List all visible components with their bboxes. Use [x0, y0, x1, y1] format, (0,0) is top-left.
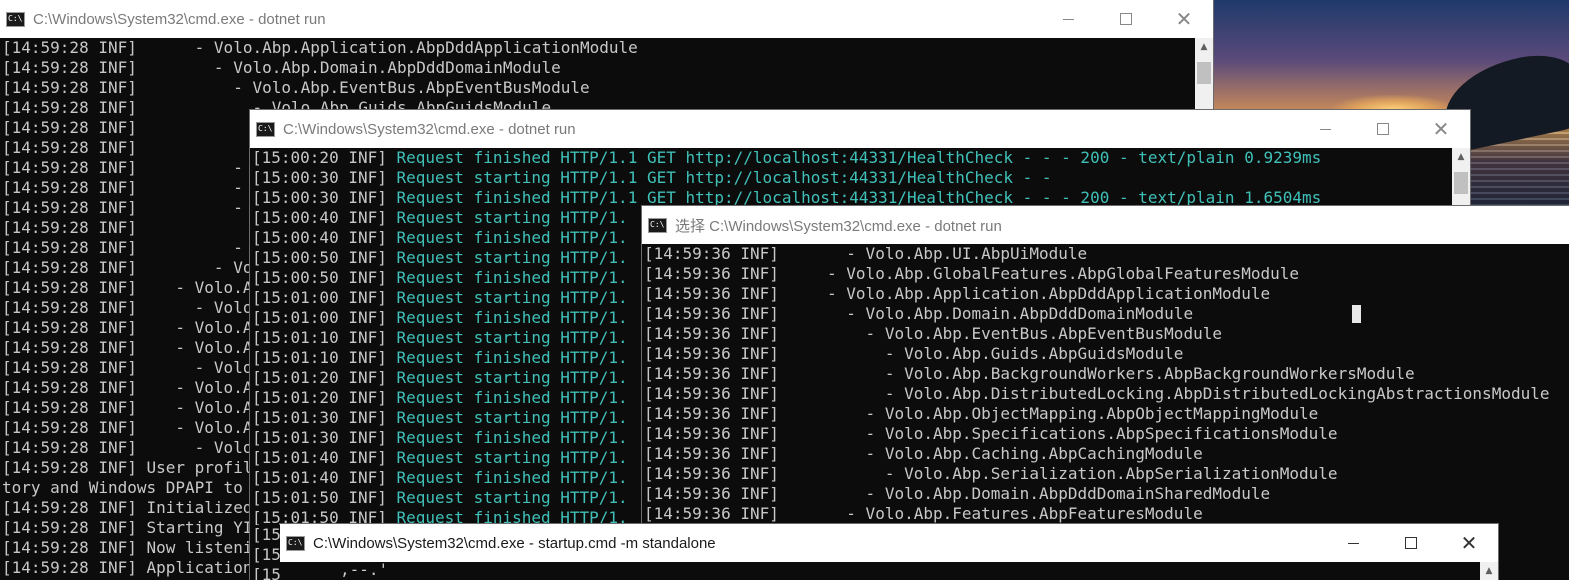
window-2-titlebar[interactable]: C:\Windows\System32\cmd.exe - dotnet run… [250, 110, 1470, 148]
close-button[interactable]: ✕ [1155, 0, 1213, 38]
log-timestamp: [15:01:00 INF] [252, 308, 397, 327]
window-2-title: C:\Windows\System32\cmd.exe - dotnet run [283, 120, 576, 138]
minimize-button[interactable] [1296, 110, 1354, 148]
console-line: [15 [252, 545, 280, 564]
console-line: [14:59:28 INF] - Volo.Abp.Domain.AbpDddD… [2, 58, 561, 77]
console-line: [14:59:36 INF] - Volo.Abp.GlobalFeatures… [644, 264, 1300, 283]
log-message: Request finished HTTP/1.1 GET http://loc… [396, 148, 1322, 167]
cmd-app-icon [648, 217, 667, 233]
log-timestamp: [15:01:10 INF] [252, 328, 397, 347]
window-4-scrollbar[interactable]: ▲ [1480, 562, 1498, 580]
console-line: [14:59:36 INF] - Volo.Abp.Domain.AbpDddD… [644, 304, 1194, 323]
log-message: Request finished HTTP/1. [396, 228, 628, 247]
log-timestamp: [15:00:30 INF] [252, 188, 397, 207]
minimize-button[interactable] [1039, 0, 1097, 38]
log-message: Request finished HTTP/1. [396, 468, 628, 487]
console-line: [14:59:36 INF] - Volo.Abp.Caching.AbpCac… [644, 444, 1203, 463]
console-line: [14:59:36 INF] - Volo.Abp.Features.AbpFe… [644, 504, 1203, 523]
window-1-title: C:\Windows\System32\cmd.exe - dotnet run [33, 10, 326, 28]
console-line: [14:59:28 INF] - Volo.Abp.EventBus.AbpEv… [2, 78, 590, 97]
log-message: Request starting HTTP/1. [396, 248, 628, 267]
cmd-app-icon [256, 121, 275, 137]
console-line: [15:00:20 INF] Request finished HTTP/1.1… [252, 148, 1452, 168]
console-line: [14:59:36 INF] - Volo.Abp.Guids.AbpGuids… [644, 344, 1184, 363]
console-line: [14:59:36 INF] - Volo.Abp.BackgroundWork… [644, 364, 1415, 383]
close-button[interactable]: ✕ [1412, 110, 1470, 148]
console-line: [15:00:30 INF] Request finished HTTP/1.1… [252, 188, 1452, 208]
console-line: [14:59:36 INF] - Volo.Abp.ObjectMapping.… [644, 404, 1319, 423]
log-timestamp: [15:01:20 INF] [252, 388, 397, 407]
log-message: Request starting HTTP/1.1 GET http://loc… [396, 168, 1052, 187]
window-4-titlebar[interactable]: C:\Windows\System32\cmd.exe - startup.cm… [280, 524, 1498, 562]
console-line: [14:59:36 INF] - Volo.Abp.Serialization.… [644, 464, 1338, 483]
log-message: Request starting HTTP/1. [396, 208, 628, 227]
log-message: Request starting HTTP/1. [396, 328, 628, 347]
minimize-button[interactable] [1324, 524, 1382, 562]
console-line: [14:59:36 INF] - Volo.Abp.Specifications… [644, 424, 1338, 443]
log-timestamp: [15:00:50 INF] [252, 248, 397, 267]
console-line: [14:59:36 INF] - Volo.Abp.Application.Ab… [644, 284, 1271, 303]
window-1-titlebar[interactable]: C:\Windows\System32\cmd.exe - dotnet run… [0, 0, 1213, 38]
console-line: [14:59:36 INF] - Volo.Abp.Domain.AbpDddD… [644, 484, 1271, 503]
log-message: Request finished HTTP/1. [396, 348, 628, 367]
log-timestamp: [15:01:40 INF] [252, 448, 397, 467]
log-timestamp: [15:00:20 INF] [252, 148, 397, 167]
log-timestamp: [15:01:40 INF] [252, 468, 397, 487]
maximize-button[interactable] [1097, 0, 1155, 38]
scroll-up-arrow-icon[interactable]: ▲ [1452, 148, 1470, 166]
console-window-4[interactable]: C:\Windows\System32\cmd.exe - startup.cm… [280, 524, 1498, 580]
scroll-up-arrow-icon[interactable]: ▲ [1480, 562, 1498, 580]
scroll-thumb[interactable] [1454, 172, 1468, 194]
log-timestamp: [15:01:50 INF] [252, 488, 397, 507]
log-message: Request starting HTTP/1. [396, 488, 628, 507]
log-timestamp: [15:01:30 INF] [252, 428, 397, 447]
window-2-tail-glyph: ,--.' [340, 560, 389, 579]
log-timestamp: [15:00:50 INF] [252, 268, 397, 287]
console-line: [15:00:30 INF] Request starting HTTP/1.1… [252, 168, 1452, 188]
scroll-up-arrow-icon[interactable]: ▲ [1195, 38, 1213, 56]
log-message: Request starting HTTP/1. [396, 408, 628, 427]
console-line: [14:59:36 INF] - Volo.Abp.EventBus.AbpEv… [644, 324, 1222, 343]
log-timestamp: [15:00:40 INF] [252, 208, 397, 227]
log-message: Request starting HTTP/1. [396, 368, 628, 387]
log-message: Request finished HTTP/1. [396, 388, 628, 407]
log-timestamp: [15:01:30 INF] [252, 408, 397, 427]
close-button[interactable]: ✕ [1440, 524, 1498, 562]
log-message: Request starting HTTP/1. [396, 448, 628, 467]
console-line: [14:59:36 INF] - Volo.Abp.DistributedLoc… [644, 384, 1550, 403]
cmd-app-icon [286, 535, 305, 551]
log-timestamp: [15:00:40 INF] [252, 228, 397, 247]
scroll-thumb[interactable] [1197, 62, 1211, 84]
cmd-app-icon [6, 11, 25, 27]
log-message: Request finished HTTP/1. [396, 428, 628, 447]
maximize-button[interactable] [1382, 524, 1440, 562]
log-message: Request finished HTTP/1.1 GET http://loc… [396, 188, 1322, 207]
maximize-button[interactable] [1354, 110, 1412, 148]
log-message: Request starting HTTP/1. [396, 288, 628, 307]
log-timestamp: [15:00:30 INF] [252, 168, 397, 187]
window-3-title: 选择 C:\Windows\System32\cmd.exe - dotnet … [675, 217, 1002, 235]
window-4-title: C:\Windows\System32\cmd.exe - startup.cm… [313, 534, 716, 552]
log-timestamp: [15:01:00 INF] [252, 288, 397, 307]
log-timestamp: [15:01:20 INF] [252, 368, 397, 387]
console-line: [15 [252, 565, 280, 580]
window-3-titlebar[interactable]: 选择 C:\Windows\System32\cmd.exe - dotnet … [642, 206, 1569, 244]
console-cursor [1352, 305, 1361, 323]
console-line: [15 [252, 525, 280, 544]
log-message: Request finished HTTP/1. [396, 268, 628, 287]
console-line: [14:59:28 INF] - Volo.Abp.Application.Ab… [2, 38, 638, 57]
log-message: Request finished HTTP/1. [396, 308, 628, 327]
console-line: [14:59:36 INF] - Volo.Abp.UI.AbpUiModule [644, 244, 1088, 263]
log-timestamp: [15:01:10 INF] [252, 348, 397, 367]
window-2-partial-lines: [15 [15 [15 [252, 525, 280, 580]
